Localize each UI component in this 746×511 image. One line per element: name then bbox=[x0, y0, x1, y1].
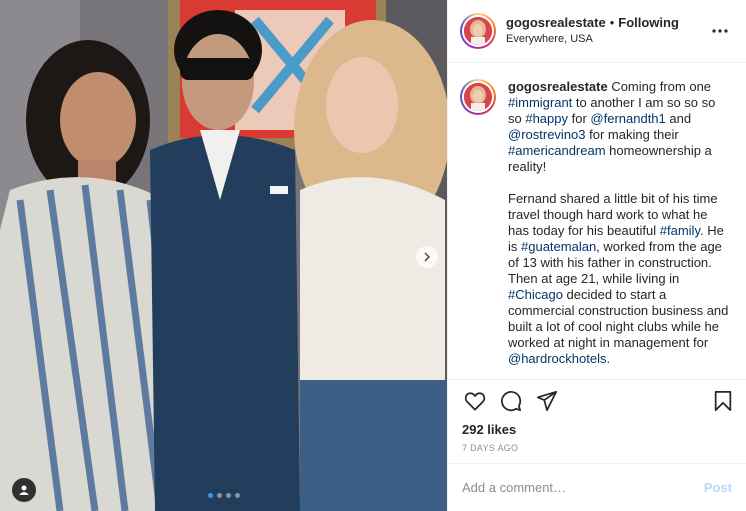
avatar[interactable] bbox=[460, 13, 496, 49]
tagged-users-button[interactable] bbox=[12, 478, 36, 502]
caption-text-segment: for making their bbox=[585, 127, 679, 142]
bookmark-icon bbox=[714, 390, 732, 412]
heart-icon bbox=[464, 392, 486, 411]
carousel-dot bbox=[217, 493, 222, 498]
carousel-dot bbox=[226, 493, 231, 498]
post-photo[interactable] bbox=[0, 0, 447, 511]
comment-bar: Post bbox=[448, 463, 746, 511]
user-icon bbox=[19, 485, 29, 495]
caption-username[interactable]: gogosrealestate bbox=[508, 79, 608, 94]
caption-paragraph-2: Fernand shared a little bit of his time … bbox=[508, 191, 732, 367]
caption-text-segment: . bbox=[606, 351, 611, 366]
header-info: gogosrealestate • Following Everywhere, … bbox=[506, 15, 708, 47]
like-button[interactable] bbox=[462, 388, 488, 414]
action-icons-row bbox=[462, 388, 732, 414]
mention-link[interactable]: @rostrevino3 bbox=[508, 127, 586, 142]
photo-image bbox=[0, 0, 447, 511]
mention-link[interactable]: @fernandth1 bbox=[590, 111, 665, 126]
header-username[interactable]: gogosrealestate bbox=[506, 15, 606, 31]
caption-text-segment: for bbox=[568, 111, 591, 126]
location-link[interactable]: Everywhere, USA bbox=[506, 31, 708, 47]
header-title-row: gogosrealestate • Following bbox=[506, 15, 708, 31]
hashtag-link[interactable]: #happy bbox=[525, 111, 568, 126]
hashtag-link[interactable]: #immigrant bbox=[508, 95, 572, 110]
carousel-indicator bbox=[208, 493, 240, 498]
caption-avatar[interactable] bbox=[460, 79, 496, 115]
share-icon bbox=[536, 390, 558, 412]
comment-button[interactable] bbox=[498, 388, 524, 414]
likes-count[interactable]: 292 likes bbox=[462, 422, 732, 437]
comment-icon bbox=[501, 391, 522, 412]
caption-paragraph-1: gogosrealestate Coming from one #immigra… bbox=[508, 79, 732, 175]
more-horizontal-icon bbox=[712, 29, 728, 33]
post-actions: 292 likes 7 DAYS AGO bbox=[448, 379, 746, 453]
chevron-right-icon bbox=[424, 252, 431, 262]
carousel-dot bbox=[235, 493, 240, 498]
next-slide-button[interactable] bbox=[416, 246, 438, 268]
save-button[interactable] bbox=[710, 388, 736, 414]
caption-section: gogosrealestate Coming from one #immigra… bbox=[448, 63, 746, 379]
caption-text-segment: and bbox=[665, 111, 692, 126]
avatar-image bbox=[464, 17, 492, 45]
caption-text-segment: Coming from one bbox=[607, 79, 712, 94]
post-comment-button[interactable]: Post bbox=[704, 480, 732, 495]
hashtag-link[interactable]: #americandream bbox=[508, 143, 606, 158]
more-options-button[interactable] bbox=[708, 19, 732, 43]
post-side-panel: gogosrealestate • Following Everywhere, … bbox=[447, 0, 746, 511]
hashtag-link[interactable]: #Chicago bbox=[508, 287, 563, 302]
comment-input[interactable] bbox=[462, 480, 704, 495]
hashtag-link[interactable]: #guatemalan bbox=[521, 239, 596, 254]
hashtag-link[interactable]: #family bbox=[660, 223, 700, 238]
share-button[interactable] bbox=[534, 388, 560, 414]
post-header: gogosrealestate • Following Everywhere, … bbox=[448, 0, 746, 63]
following-button[interactable]: Following bbox=[618, 15, 679, 31]
header-separator: • bbox=[609, 15, 615, 30]
caption-text: gogosrealestate Coming from one #immigra… bbox=[508, 79, 732, 379]
instagram-post: gogosrealestate • Following Everywhere, … bbox=[0, 0, 746, 511]
avatar-image bbox=[464, 83, 492, 111]
post-timestamp[interactable]: 7 DAYS AGO bbox=[462, 443, 732, 453]
mention-link[interactable]: @hardrockhotels bbox=[508, 351, 606, 366]
carousel-dot-active bbox=[208, 493, 213, 498]
